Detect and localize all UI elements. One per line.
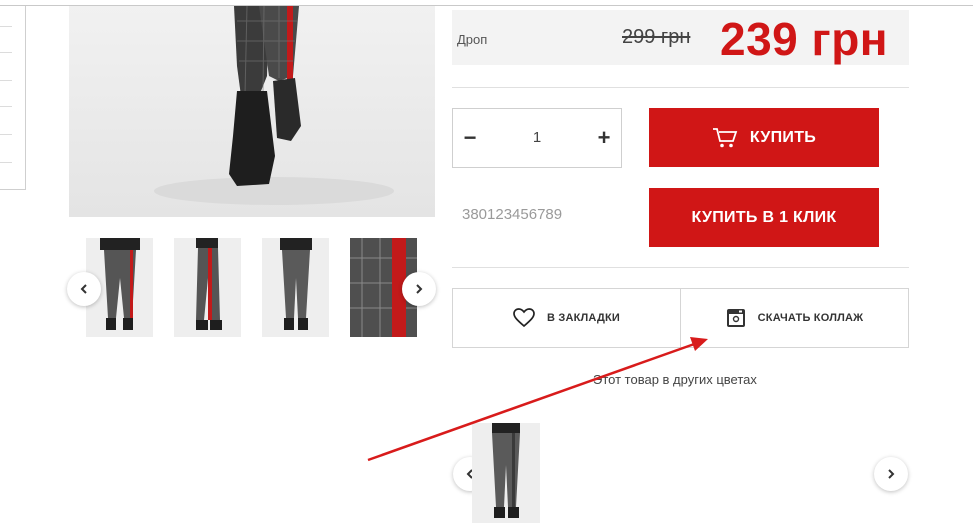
annotation-arrow — [367, 337, 708, 462]
